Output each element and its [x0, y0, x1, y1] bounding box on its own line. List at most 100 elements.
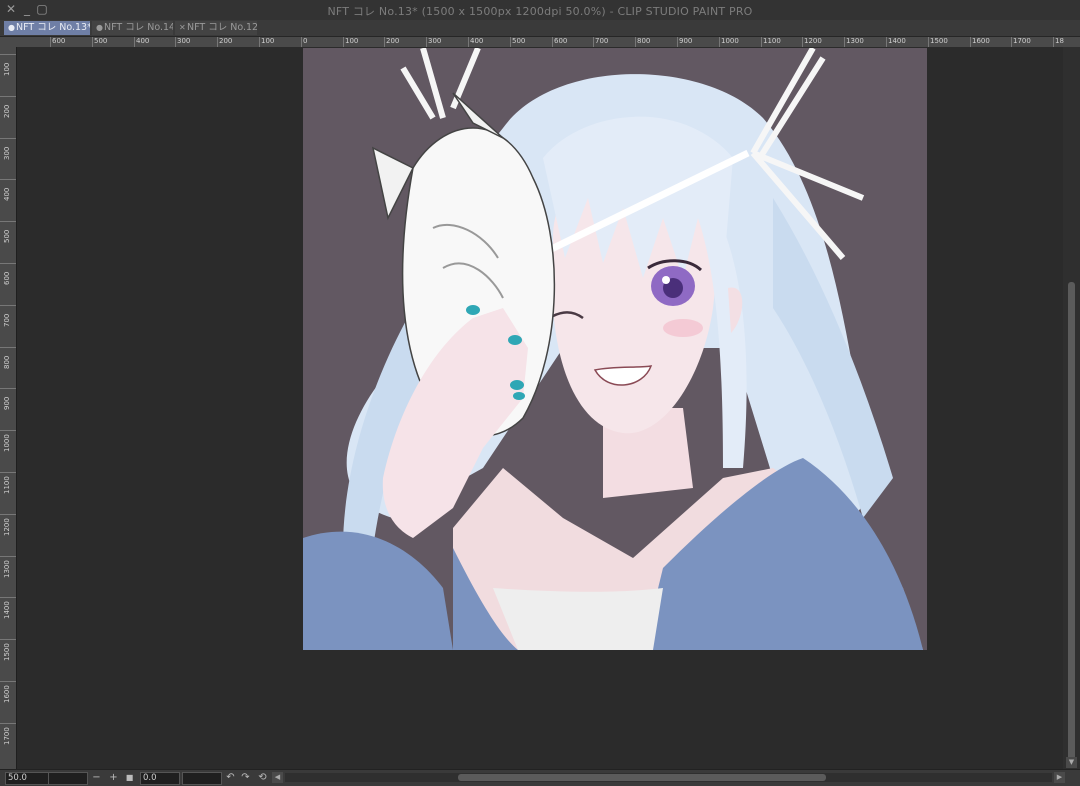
ruler-tick [175, 37, 176, 47]
rotation-input[interactable]: 0.0 [140, 772, 180, 785]
scroll-left-arrow-icon[interactable]: ◀ [272, 772, 283, 783]
ruler-label: 1500 [930, 37, 948, 45]
ruler-tick [134, 37, 135, 47]
ruler-tick [0, 263, 16, 264]
ruler-tick [259, 37, 260, 47]
tab-nft-no14[interactable]: ●NFT コレ No.14 [92, 21, 173, 35]
ruler-tick [844, 37, 845, 47]
ruler-tick [719, 37, 720, 47]
ruler-tick [0, 430, 16, 431]
ruler-label: 700 [3, 313, 11, 327]
ruler-label: 1700 [3, 727, 11, 745]
vertical-scroll-thumb[interactable] [1068, 282, 1075, 762]
ruler-tick [510, 37, 511, 47]
ruler-label: 600 [52, 37, 66, 45]
document-tab-bar: ●NFT コレ No.13* ●NFT コレ No.14 ✕NFT コレ No.… [0, 20, 1080, 37]
vertical-ruler[interactable]: 100 200 300 400 500 600 700 800 900 1000 1100 1200 1… [0, 47, 17, 769]
ruler-label: 900 [679, 37, 693, 45]
ruler-label: 900 [3, 396, 11, 410]
zoom-slider[interactable] [48, 772, 88, 785]
ruler-label: 300 [177, 37, 191, 45]
ruler-tick [92, 37, 93, 47]
ruler-tick [426, 37, 427, 47]
ruler-label: 800 [3, 355, 11, 369]
ruler-label: 400 [470, 37, 484, 45]
nail-3 [510, 380, 524, 390]
ruler-label: 100 [261, 37, 275, 45]
window-title: NFT コレ No.13* (1500 x 1500px 1200dpi 50.… [327, 5, 753, 18]
ruler-label: 700 [595, 37, 609, 45]
ruler-label: 0 [303, 37, 308, 45]
unsaved-dot-icon: ● [8, 23, 15, 32]
ruler-label: 500 [512, 37, 526, 45]
ruler-tick [593, 37, 594, 47]
ruler-label: 200 [386, 37, 400, 45]
ruler-tick [0, 681, 16, 682]
ruler-label: 500 [3, 229, 11, 243]
rotation-slider[interactable] [182, 772, 222, 785]
unsaved-dot-icon: ● [96, 23, 103, 32]
status-bar: 50.0 − + ■ 0.0 ↶ ↷ ⟲ ◀ ▶ [0, 769, 1080, 786]
ruler-tick [0, 388, 16, 389]
nail-1 [466, 305, 480, 315]
artwork-canvas[interactable] [303, 48, 927, 650]
reset-rotation-button[interactable]: ⟲ [257, 772, 268, 783]
ruler-tick [50, 37, 51, 47]
ruler-tick [552, 37, 553, 47]
ruler-tick [343, 37, 344, 47]
ruler-tick [0, 179, 16, 180]
ruler-tick [384, 37, 385, 47]
ruler-tick [635, 37, 636, 47]
ruler-label: 1000 [3, 434, 11, 452]
scroll-right-arrow-icon[interactable]: ▶ [1054, 772, 1065, 783]
ruler-tick [217, 37, 218, 47]
tab-nft-no13[interactable]: ●NFT コレ No.13* [4, 21, 90, 35]
vertical-scrollbar[interactable]: ▼ [1063, 47, 1080, 769]
ruler-label: 400 [136, 37, 150, 45]
ruler-label: 1600 [3, 685, 11, 703]
ruler-label: 1300 [846, 37, 864, 45]
ruler-label: 18 [1055, 37, 1064, 45]
tab-nft-no12[interactable]: ✕NFT コレ No.12 [175, 21, 257, 35]
rotate-right-button[interactable]: ↷ [240, 772, 251, 783]
rotate-left-button[interactable]: ↶ [225, 772, 236, 783]
artwork-illustration [303, 48, 923, 650]
ruler-label: 200 [219, 37, 233, 45]
ruler-tick [301, 37, 302, 47]
nail-2 [508, 335, 522, 345]
undershirt [493, 588, 663, 650]
ruler-label: 500 [94, 37, 108, 45]
ruler-tick [0, 54, 16, 55]
ruler-label: 1200 [804, 37, 822, 45]
ruler-label: 1700 [1013, 37, 1031, 45]
ruler-tick [677, 37, 678, 47]
ruler-label: 300 [428, 37, 442, 45]
scroll-down-arrow-icon[interactable]: ▼ [1066, 757, 1077, 768]
tab-label: NFT コレ No.14 [104, 22, 173, 33]
ruler-tick [802, 37, 803, 47]
tab-label: NFT コレ No.12 [187, 22, 257, 33]
ruler-tick [928, 37, 929, 47]
tab-label: NFT コレ No.13* [16, 22, 90, 33]
fit-to-window-button[interactable]: ■ [124, 772, 135, 783]
ruler-tick [761, 37, 762, 47]
ruler-label: 600 [3, 271, 11, 285]
ruler-label: 800 [637, 37, 651, 45]
nail-4 [513, 392, 525, 400]
blush [663, 319, 703, 337]
horizontal-scroll-thumb[interactable] [458, 774, 826, 781]
ruler-tick [970, 37, 971, 47]
ruler-tick [1053, 37, 1054, 47]
ruler-label: 1200 [3, 518, 11, 536]
zoom-in-button[interactable]: + [108, 772, 119, 783]
kimono-left [303, 531, 453, 650]
ruler-label: 600 [554, 37, 568, 45]
ruler-label: 1300 [3, 560, 11, 578]
ruler-label: 1400 [3, 601, 11, 619]
close-tab-icon[interactable]: ✕ [179, 21, 187, 35]
ruler-label: 1100 [763, 37, 781, 45]
zoom-out-button[interactable]: − [91, 772, 102, 783]
ruler-tick [0, 556, 16, 557]
zoom-input[interactable]: 50.0 [5, 772, 49, 785]
ruler-tick [886, 37, 887, 47]
